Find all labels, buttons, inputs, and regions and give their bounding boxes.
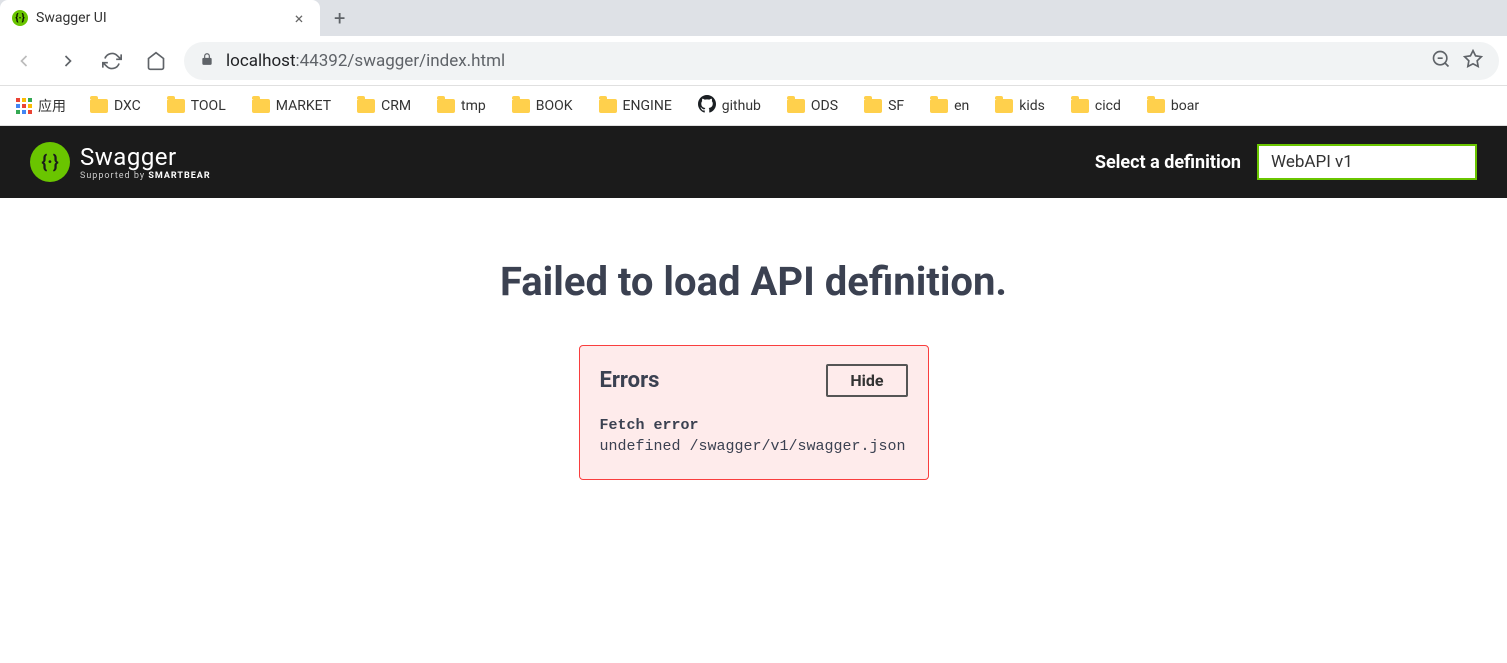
error-detail-body: undefined /swagger/v1/swagger.json — [600, 436, 908, 457]
bookmark-item[interactable]: DXC — [80, 94, 151, 118]
bookmark-item[interactable]: boar — [1137, 94, 1209, 118]
error-heading: Failed to load API definition. — [40, 258, 1467, 305]
bookmark-label: cicd — [1095, 98, 1121, 114]
bookmark-item[interactable]: CRM — [347, 94, 421, 118]
browser-toolbar: localhost:44392/swagger/index.html — [0, 36, 1507, 86]
bookmark-label: MARKET — [276, 98, 331, 114]
lock-icon — [200, 51, 214, 70]
folder-icon — [90, 99, 108, 113]
tab-title: Swagger UI — [36, 10, 282, 26]
swagger-logo-icon: {·} — [30, 142, 70, 182]
bookmark-item[interactable]: ENGINE — [589, 94, 682, 118]
swagger-favicon: {·} — [12, 10, 28, 26]
folder-icon — [864, 99, 882, 113]
swagger-logo[interactable]: {·} Swagger Supported by SMARTBEAR — [30, 142, 211, 182]
swagger-brand-name: Swagger — [80, 143, 177, 171]
bookmark-label: CRM — [381, 98, 411, 114]
bookmark-label: ODS — [811, 98, 838, 114]
swagger-header: {·} Swagger Supported by SMARTBEAR Selec… — [0, 126, 1507, 198]
github-icon — [698, 95, 716, 117]
url-text: localhost:44392/swagger/index.html — [226, 51, 1419, 71]
definition-select[interactable]: WebAPI v1 — [1257, 144, 1477, 180]
bookmark-label: kids — [1019, 98, 1045, 114]
bookmark-item[interactable]: BOOK — [502, 94, 583, 118]
back-button[interactable] — [8, 45, 40, 77]
folder-icon — [787, 99, 805, 113]
bookmark-label: TOOL — [191, 98, 226, 114]
reload-button[interactable] — [96, 45, 128, 77]
error-box: Errors Hide Fetch error undefined /swagg… — [579, 345, 929, 480]
apps-label: 应用 — [38, 96, 66, 116]
address-bar[interactable]: localhost:44392/swagger/index.html — [184, 42, 1499, 80]
bookmark-item[interactable]: tmp — [427, 94, 496, 118]
definition-section: Select a definition WebAPI v1 — [1095, 144, 1477, 180]
hide-button[interactable]: Hide — [826, 364, 907, 397]
folder-icon — [357, 99, 375, 113]
bookmark-item[interactable]: SF — [854, 94, 914, 118]
swagger-supported-by: Supported by SMARTBEAR — [80, 171, 211, 181]
browser-tab-strip: {·} Swagger UI × + — [0, 0, 1507, 36]
bookmark-label: en — [954, 98, 969, 114]
forward-button[interactable] — [52, 45, 84, 77]
bookmark-label: SF — [888, 98, 904, 114]
bookmark-item[interactable]: ODS — [777, 94, 848, 118]
bookmark-label: ENGINE — [623, 98, 672, 114]
bookmark-label: tmp — [461, 98, 486, 114]
bookmark-label: BOOK — [536, 98, 573, 114]
error-box-title: Errors — [600, 368, 660, 393]
home-button[interactable] — [140, 45, 172, 77]
bookmark-label: DXC — [114, 98, 141, 114]
bookmark-item[interactable]: cicd — [1061, 94, 1131, 118]
error-detail: Fetch error undefined /swagger/v1/swagge… — [600, 415, 908, 457]
new-tab-button[interactable]: + — [320, 6, 359, 30]
bookmarks-bar: 应用 DXC TOOL MARKET CRM tmp BOOK ENGINE github OD… — [0, 86, 1507, 126]
apps-button[interactable]: 应用 — [8, 92, 74, 120]
bookmark-item[interactable]: github — [688, 91, 771, 121]
folder-icon — [1147, 99, 1165, 113]
folder-icon — [437, 99, 455, 113]
close-tab-icon[interactable]: × — [290, 9, 308, 28]
folder-icon — [995, 99, 1013, 113]
folder-icon — [1071, 99, 1089, 113]
folder-icon — [252, 99, 270, 113]
zoom-icon[interactable] — [1431, 49, 1451, 73]
folder-icon — [167, 99, 185, 113]
bookmark-label: boar — [1171, 98, 1199, 114]
bookmark-item[interactable]: TOOL — [157, 94, 236, 118]
bookmark-star-icon[interactable] — [1463, 49, 1483, 73]
bookmark-item[interactable]: MARKET — [242, 94, 341, 118]
bookmark-item[interactable]: en — [920, 94, 979, 118]
bookmark-item[interactable]: kids — [985, 94, 1055, 118]
main-content: Failed to load API definition. Errors Hi… — [0, 198, 1507, 540]
folder-icon — [930, 99, 948, 113]
apps-icon — [16, 98, 32, 114]
browser-tab[interactable]: {·} Swagger UI × — [0, 0, 320, 36]
folder-icon — [599, 99, 617, 113]
bookmark-label: github — [722, 98, 761, 114]
error-detail-title: Fetch error — [600, 415, 908, 436]
folder-icon — [512, 99, 530, 113]
select-definition-label: Select a definition — [1095, 152, 1241, 173]
